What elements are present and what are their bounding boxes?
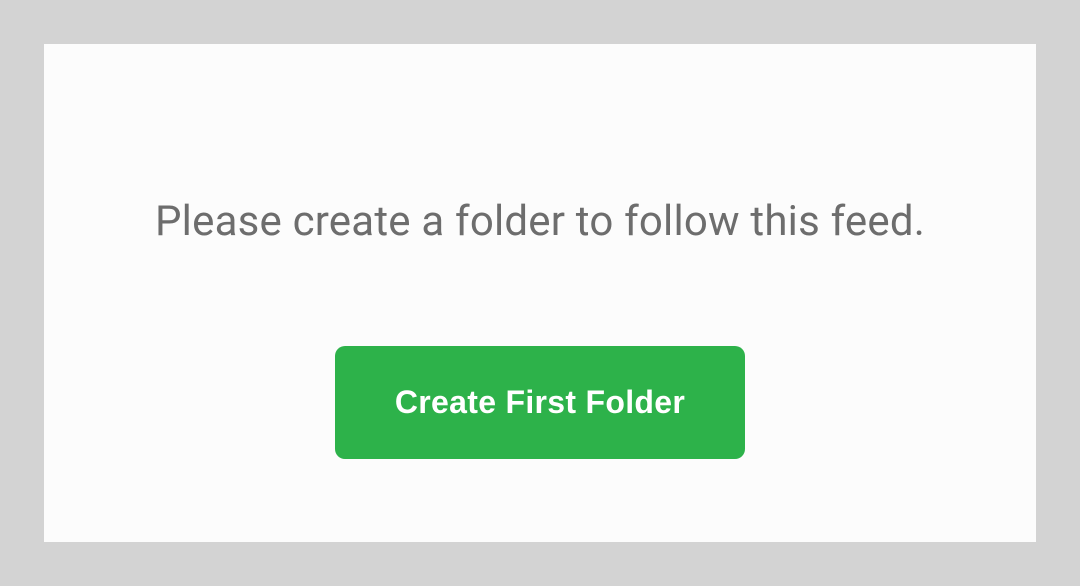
empty-state-message: Please create a folder to follow this fe… — [155, 197, 925, 246]
empty-state-card: Please create a folder to follow this fe… — [44, 44, 1036, 542]
create-first-folder-button[interactable]: Create First Folder — [335, 346, 745, 459]
